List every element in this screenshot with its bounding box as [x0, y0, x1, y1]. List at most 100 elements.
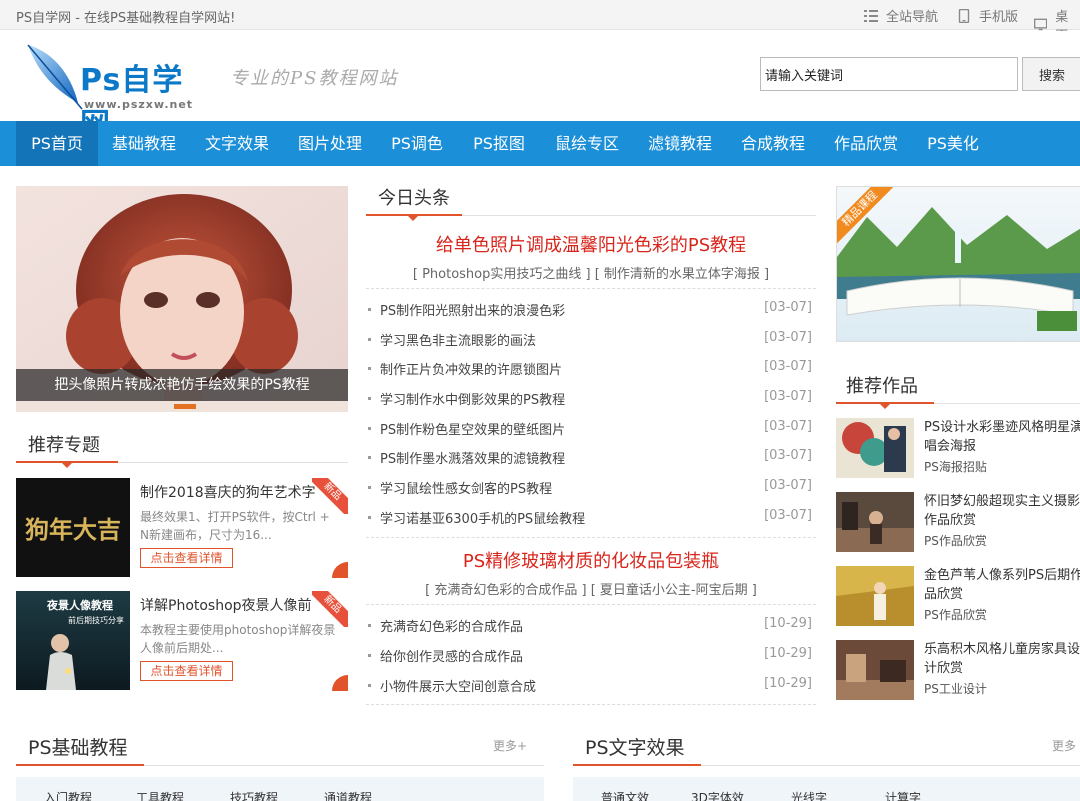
news-title[interactable]: 学习制作水中倒影效果的PS教程: [380, 389, 565, 408]
news-item[interactable]: 学习制作水中倒影效果的PS教程 [03-07]: [366, 389, 816, 418]
title-pointer: [62, 463, 72, 468]
sub-tab[interactable]: 工具教程: [136, 789, 184, 801]
news-item[interactable]: 充满奇幻色彩的合成作品 [10-29]: [366, 616, 816, 645]
logo-url: www.pszxw.net: [84, 98, 194, 111]
news-item[interactable]: 学习黑色非主流眼影的画法 [03-07]: [366, 330, 816, 359]
new-ribbon-label: 新品: [312, 591, 348, 627]
today-headlines-title: 今日头条: [378, 188, 450, 209]
topic-thumbnail: 狗年大吉: [16, 478, 130, 577]
bullet: [368, 367, 371, 370]
work-item[interactable]: 怀旧梦幻般超现实主义摄影作品欣赏 PS作品欣赏: [836, 492, 1080, 554]
work-category[interactable]: PS作品欣赏: [924, 606, 987, 623]
news-title[interactable]: PS制作墨水溅落效果的滤镜教程: [380, 448, 565, 467]
work-title[interactable]: PS设计水彩墨迹风格明星演唱会海报: [924, 418, 1080, 456]
mobile-version-link[interactable]: 手机版: [957, 6, 1018, 25]
nav-item-image-processing[interactable]: 图片处理: [286, 121, 374, 166]
news-item[interactable]: 学习鼠绘性感女剑客的PS教程 [03-07]: [366, 478, 816, 507]
sub-tab-bar: 普通文效 3D字体效 光线字 计算字: [573, 777, 1080, 801]
news-date: [03-07]: [764, 359, 812, 374]
search-input[interactable]: [760, 57, 1018, 91]
topic-thumb-text: 狗年大吉: [25, 515, 121, 544]
sub-tab[interactable]: 入门教程: [44, 789, 92, 801]
nav-item-text-effects[interactable]: 文字效果: [193, 121, 281, 166]
nav-item-filters[interactable]: 滤镜教程: [636, 121, 724, 166]
sub-tab[interactable]: 3D字体效: [691, 789, 744, 801]
news-title[interactable]: 学习黑色非主流眼影的画法: [380, 330, 536, 349]
sub-tab[interactable]: 通道教程: [324, 789, 372, 801]
featured-slider[interactable]: 把头像照片转成浓艳仿手绘效果的PS教程: [16, 186, 348, 412]
topic-title[interactable]: 制作2018喜庆的狗年艺术字: [140, 482, 332, 502]
news-title[interactable]: 学习鼠绘性感女剑客的PS教程: [380, 478, 552, 497]
work-category[interactable]: PS作品欣赏: [924, 532, 987, 549]
search-button[interactable]: 搜索: [1022, 57, 1080, 91]
news-title[interactable]: PS制作粉色星空效果的壁纸图片: [380, 419, 565, 438]
headline-sublinks[interactable]: [ Photoshop实用技巧之曲线 ] [ 制作清新的水果立体字海报 ]: [366, 263, 816, 282]
nav-item-home[interactable]: PS首页: [16, 121, 98, 166]
recommend-topics-title: 推荐专题: [28, 435, 100, 456]
news-title[interactable]: 学习诺基亚6300手机的PS鼠绘教程: [380, 508, 585, 527]
nav-item-mouse-drawing[interactable]: 鼠绘专区: [543, 121, 631, 166]
news-date: [03-07]: [764, 419, 812, 434]
bullet: [368, 338, 371, 341]
sub-tab[interactable]: 普通文效: [601, 789, 649, 801]
news-item[interactable]: 小物件展示大空间创意合成 [10-29]: [366, 676, 816, 705]
headline-link[interactable]: 给单色照片调成温馨阳光色彩的PS教程: [366, 231, 816, 257]
topic-card[interactable]: 狗年大吉 制作2018喜庆的狗年艺术字 最终效果1、打开PS软件，按Ctrl +…: [16, 478, 348, 578]
nav-item-basic[interactable]: 基础教程: [100, 121, 188, 166]
sub-tab[interactable]: 技巧教程: [230, 789, 278, 801]
topic-card[interactable]: 夜景人像教程 前后期技巧分享 详解Photoshop夜景人像前 本教程主要使用p…: [16, 591, 348, 691]
corner-decoration: [332, 562, 348, 578]
news-title[interactable]: PS制作阳光照射出来的浪漫色彩: [380, 300, 565, 319]
news-date: [10-29]: [764, 646, 812, 661]
topic-description: 本教程主要使用photoshop详解夜景人像前后期处...: [140, 623, 336, 655]
news-title[interactable]: 充满奇幻色彩的合成作品: [380, 616, 523, 635]
headline-link[interactable]: PS精修玻璃材质的化妆品包装瓶: [366, 547, 816, 573]
nav-item-cutout[interactable]: PS抠图: [461, 121, 537, 166]
dashed-divider: [366, 537, 816, 538]
site-map-link[interactable]: 全站导航: [864, 6, 938, 25]
nav-item-compositing[interactable]: 合成教程: [729, 121, 817, 166]
news-item[interactable]: PS制作粉色星空效果的壁纸图片 [03-07]: [366, 419, 816, 448]
work-thumbnail: [836, 566, 914, 626]
work-item[interactable]: 乐高积木风格儿童房家具设计欣赏 PS工业设计: [836, 640, 1080, 702]
news-date: [03-07]: [764, 300, 812, 315]
work-category[interactable]: PS工业设计: [924, 680, 987, 697]
news-title[interactable]: 制作正片负冲效果的许愿锁图片: [380, 359, 562, 378]
site-logo[interactable]: Ps自学网 www.pszxw.net: [22, 41, 212, 142]
topic-thumb-subtext: 前后期技巧分享: [68, 615, 124, 625]
news-date: [03-07]: [764, 330, 812, 345]
nav-item-beautify[interactable]: PS美化: [914, 121, 992, 166]
news-item[interactable]: 给你创作灵感的合成作品 [10-29]: [366, 646, 816, 675]
topic-title[interactable]: 详解Photoshop夜景人像前: [140, 595, 332, 615]
nav-item-color-grading[interactable]: PS调色: [379, 121, 455, 166]
mobile-version-label: 手机版: [979, 10, 1019, 25]
news-item[interactable]: PS制作墨水溅落效果的滤镜教程 [03-07]: [366, 448, 816, 477]
news-date: [10-29]: [764, 676, 812, 691]
new-ribbon-label: 新品: [312, 478, 348, 514]
more-link[interactable]: 更多: [1052, 737, 1076, 754]
news-item[interactable]: 制作正片负冲效果的许愿锁图片 [03-07]: [366, 359, 816, 388]
work-title[interactable]: 金色芦苇人像系列PS后期作品欣赏: [924, 566, 1080, 604]
sub-tab[interactable]: 光线字: [791, 789, 827, 801]
main-nav: PS首页 基础教程 文字效果 图片处理 PS调色 PS抠图 鼠绘专区 滤镜教程 …: [0, 121, 1080, 166]
text-effects-title: PS文字效果: [585, 737, 685, 759]
work-title[interactable]: 怀旧梦幻般超现实主义摄影作品欣赏: [924, 492, 1080, 530]
nav-item-works[interactable]: 作品欣赏: [822, 121, 910, 166]
news-title[interactable]: 给你创作灵感的合成作品: [380, 646, 523, 665]
work-category[interactable]: PS海报招贴: [924, 458, 987, 475]
promo-banner[interactable]: 精品课程: [836, 186, 1080, 342]
view-details-button[interactable]: 点击查看详情: [140, 661, 233, 681]
news-item[interactable]: PS制作阳光照射出来的浪漫色彩 [03-07]: [366, 300, 816, 329]
more-link[interactable]: 更多+: [493, 737, 527, 754]
sub-tab[interactable]: 计算字: [885, 789, 921, 801]
view-details-button[interactable]: 点击查看详情: [140, 548, 233, 568]
work-item[interactable]: 金色芦苇人像系列PS后期作品欣赏 PS作品欣赏: [836, 566, 1080, 628]
news-title[interactable]: 小物件展示大空间创意合成: [380, 676, 536, 695]
bullet: [368, 684, 371, 687]
slider-caption[interactable]: 把头像照片转成浓艳仿手绘效果的PS教程: [16, 369, 348, 401]
news-item[interactable]: 学习诺基亚6300手机的PS鼠绘教程 [03-07]: [366, 508, 816, 537]
work-title[interactable]: 乐高积木风格儿童房家具设计欣赏: [924, 640, 1080, 678]
headline-sublinks[interactable]: [ 充满奇幻色彩的合成作品 ] [ 夏日童话小公主-阿宝后期 ]: [366, 579, 816, 598]
work-item[interactable]: PS设计水彩墨迹风格明星演唱会海报 PS海报招贴: [836, 418, 1080, 480]
slider-dot-active[interactable]: [174, 404, 196, 409]
